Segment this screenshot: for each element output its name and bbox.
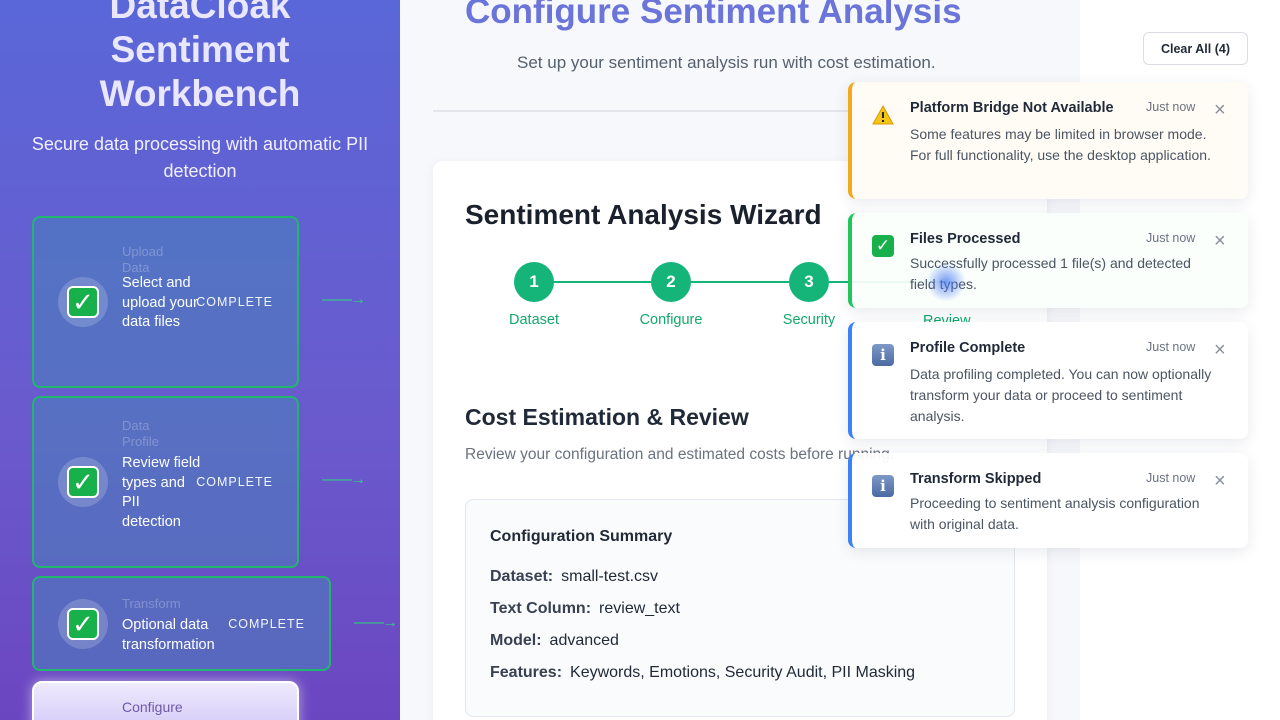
toast-success: ✓ Files Processed Just now × Successfull… [848, 213, 1248, 308]
wizard-step-dataset[interactable]: 1 [514, 262, 554, 302]
app-tagline: Secure data processing with automatic PI… [31, 134, 369, 181]
page-title: Configure Sentiment Analysis [465, 0, 962, 31]
wizard-title: Sentiment Analysis Wizard [465, 199, 822, 230]
info-icon: i [872, 344, 894, 366]
close-icon[interactable]: × [1214, 340, 1226, 360]
info-icon: i [872, 475, 894, 497]
cursor-highlight [926, 262, 966, 302]
step-status-label: COMPLETE [196, 295, 273, 309]
step-title: Upload Data [122, 244, 164, 275]
step-status-circle: ✓ [58, 457, 108, 507]
toast-info: i Transform Skipped Just now × Proceedin… [848, 453, 1248, 548]
warning-icon [872, 104, 894, 126]
brand-line: DataCloak [109, 0, 291, 26]
progress-connector [691, 281, 789, 283]
page-subtitle: Set up your sentiment analysis run with … [517, 53, 936, 72]
summary-row-dataset: Dataset: small-test.csv [490, 568, 658, 586]
step-title: Transform [122, 596, 181, 611]
wizard-step-label: Configure [639, 312, 703, 328]
toast-message: Some features may be limited in browser … [910, 126, 1211, 163]
step-card-upload[interactable]: ✓ Upload Data Select and upload your dat… [32, 216, 299, 388]
toast-title: Profile Complete [910, 340, 1026, 356]
step-status-label: COMPLETE [196, 475, 273, 489]
summary-value: advanced [549, 632, 619, 649]
toast-time: Just now [1146, 471, 1196, 485]
summary-value: review_text [599, 600, 680, 617]
toast-title: Files Processed [910, 231, 1021, 247]
toast-time: Just now [1146, 340, 1196, 354]
close-icon[interactable]: × [1214, 471, 1226, 491]
arrow-right-icon: ——→ [354, 614, 398, 631]
step-status-circle: ✓ [58, 598, 108, 649]
check-icon: ✓ [872, 235, 894, 257]
summary-row-features: Features: Keywords, Emotions, Security Au… [490, 664, 915, 682]
check-icon: ✓ [67, 607, 99, 640]
clear-all-notifications-button[interactable]: Clear All (4) [1143, 32, 1248, 65]
wizard-step-label: Security [782, 312, 836, 328]
summary-label: Dataset: [490, 568, 554, 585]
app-brand: DataCloak Sentiment Workbench [0, 0, 400, 116]
section-subtitle: Review your configuration and estimated … [465, 446, 895, 463]
summary-title: Configuration Summary [490, 528, 673, 545]
step-description: Review field types and PII detection [122, 455, 201, 530]
summary-label: Features: [490, 664, 563, 681]
brand-line: Sentiment [110, 29, 290, 70]
toast-title: Transform Skipped [910, 471, 1042, 487]
arrow-right-icon: ——→ [322, 471, 366, 488]
summary-label: Text Column: [490, 600, 592, 617]
arrow-right-icon: ——→ [322, 291, 366, 308]
step-card-profile[interactable]: ✓ Data Profile Review field types and PI… [32, 396, 299, 568]
summary-label: Model: [490, 632, 542, 649]
toast-message: Data profiling completed. You can now op… [910, 366, 1212, 424]
close-icon[interactable]: × [1214, 100, 1226, 120]
summary-row-model: Model: advanced [490, 632, 619, 650]
step-title: Data Profile [122, 418, 159, 449]
sidebar: DataCloak Sentiment Workbench Secure dat… [0, 0, 400, 720]
close-icon[interactable]: × [1214, 231, 1226, 251]
progress-connector [553, 281, 651, 283]
toast-info: i Profile Complete Just now × Data profi… [848, 322, 1248, 439]
step-card-transform[interactable]: ✓ Transform Optional data transformation… [32, 576, 331, 671]
summary-row-text-column: Text Column: review_text [490, 600, 680, 618]
toast-message: Proceeding to sentiment analysis configu… [910, 495, 1200, 532]
step-status-label: COMPLETE [228, 616, 305, 631]
wizard-step-label: Dataset [509, 312, 559, 328]
step-description: Select and upload your data files [122, 275, 198, 330]
step-card-configure[interactable]: Configure [32, 681, 299, 720]
toast-time: Just now [1146, 231, 1196, 245]
step-status-circle: ✓ [58, 277, 108, 327]
check-icon: ✓ [67, 286, 99, 318]
wizard-step-configure[interactable]: 2 [651, 262, 691, 302]
summary-value: Keywords, Emotions, Security Audit, PII … [570, 664, 916, 681]
toast-warning: Platform Bridge Not Available Just now ×… [848, 82, 1248, 199]
section-title: Cost Estimation & Review [465, 404, 749, 430]
toast-time: Just now [1146, 100, 1196, 114]
step-description: Optional data transformation [122, 617, 215, 653]
summary-value: small-test.csv [561, 568, 659, 585]
wizard-step-security[interactable]: 3 [789, 262, 829, 302]
check-icon: ✓ [67, 466, 99, 498]
step-title: Configure [122, 699, 183, 715]
brand-line: Workbench [99, 73, 301, 114]
toast-title: Platform Bridge Not Available [910, 100, 1114, 116]
